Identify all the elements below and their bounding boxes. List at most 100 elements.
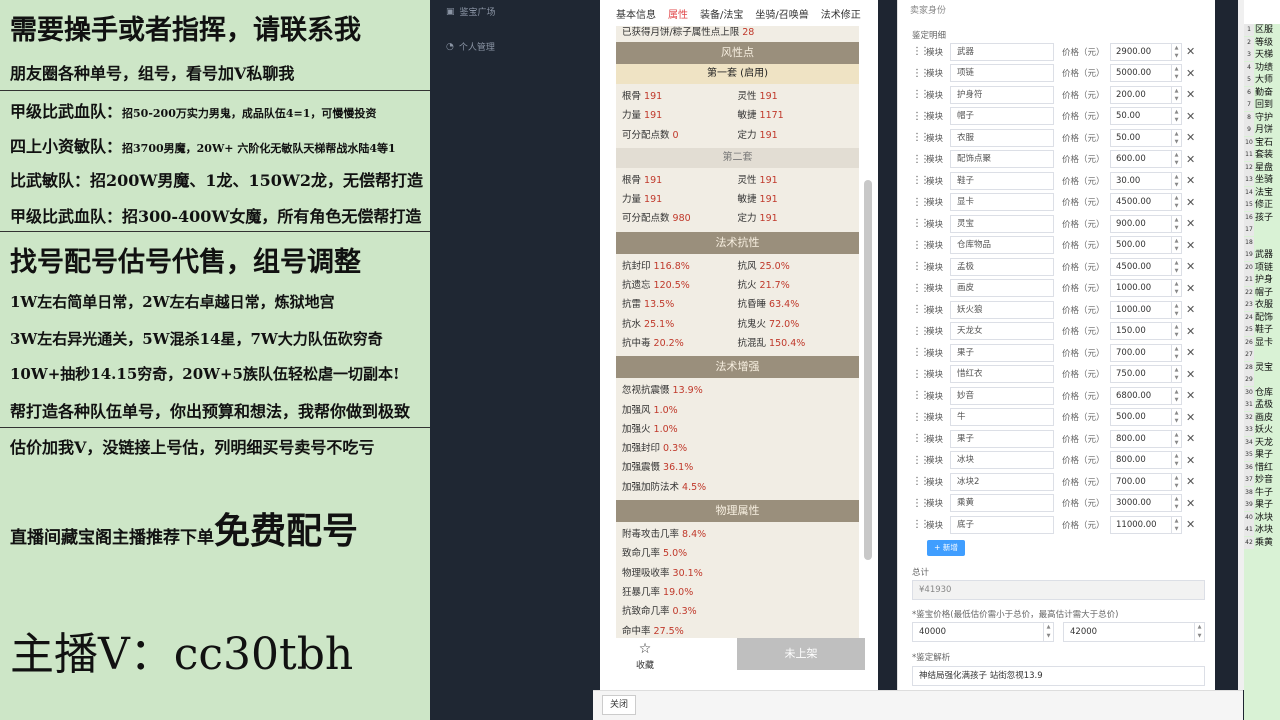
item-price-input[interactable]: 150.00 ▲ ▼ [1110, 322, 1182, 340]
drag-handle-icon[interactable]: ⋮⋮ [912, 218, 930, 229]
item-name-input[interactable]: 冰块 [950, 451, 1054, 469]
sheet-cell[interactable]: 功绩 [1255, 62, 1280, 74]
stepper-icon[interactable]: ▲ ▼ [1171, 387, 1181, 404]
stepper-icon[interactable]: ▲ ▼ [1171, 43, 1181, 60]
list-status-button[interactable]: 未上架 [737, 638, 865, 670]
stepper-icon[interactable]: ▲ ▼ [1171, 323, 1181, 339]
tab-basic-info[interactable]: 基本信息 [616, 6, 656, 21]
stepper-icon[interactable]: ▲ ▼ [1171, 409, 1181, 425]
drag-handle-icon[interactable]: ⋮⋮ [912, 326, 930, 337]
delete-row-icon[interactable]: ✕ [1186, 239, 1195, 252]
item-name-input[interactable]: 妖火狼 [950, 300, 1054, 319]
item-price-input[interactable]: 4500.00 ▲ ▼ [1110, 193, 1182, 211]
drag-handle-icon[interactable]: ⋮⋮ [912, 154, 930, 165]
sheet-cell[interactable] [1255, 224, 1280, 236]
item-price-input[interactable]: 50.00 ▲ ▼ [1110, 107, 1182, 125]
delete-row-icon[interactable]: ✕ [1186, 45, 1195, 58]
drag-handle-icon[interactable]: ⋮⋮ [912, 390, 930, 401]
stepper-icon[interactable]: ▲ ▼ [1171, 194, 1181, 210]
tab-attributes[interactable]: 属性 [668, 6, 688, 21]
item-name-input[interactable]: 护身符 [950, 85, 1054, 104]
stepper-icon[interactable]: ▲ ▼ [1171, 65, 1181, 81]
close-button[interactable]: 关闭 [602, 695, 636, 715]
delete-row-icon[interactable]: ✕ [1186, 454, 1195, 467]
sheet-cell[interactable]: 衣服 [1255, 299, 1280, 311]
stepper-icon[interactable]: ▲ ▼ [1171, 108, 1181, 124]
min-price-input[interactable]: 40000 ▲ ▼ [912, 622, 1054, 642]
item-price-input[interactable]: 6800.00 ▲ ▼ [1110, 386, 1182, 405]
item-price-input[interactable]: 800.00 ▲ ▼ [1110, 429, 1182, 448]
delete-row-icon[interactable]: ✕ [1186, 475, 1195, 488]
tab-spell-mods[interactable]: 法术修正 [821, 6, 861, 21]
item-price-input[interactable]: 600.00 ▲ ▼ [1110, 150, 1182, 168]
item-price-input[interactable]: 2900.00 ▲ ▼ [1110, 42, 1182, 61]
drag-handle-icon[interactable]: ⋮⋮ [912, 304, 930, 315]
stepper-icon[interactable]: ▲ ▼ [1171, 129, 1181, 146]
drag-handle-icon[interactable]: ⋮⋮ [912, 132, 930, 143]
item-name-input[interactable]: 显卡 [950, 193, 1054, 211]
drag-handle-icon[interactable]: ⋮⋮ [912, 197, 930, 208]
stepper-icon[interactable]: ▲ ▼ [1171, 172, 1181, 189]
stepper-icon[interactable]: ▲ ▼ [1171, 366, 1181, 382]
delete-row-icon[interactable]: ✕ [1186, 411, 1195, 424]
item-name-input[interactable]: 仓库物品 [950, 236, 1054, 254]
item-price-input[interactable]: 500.00 ▲ ▼ [1110, 236, 1182, 254]
drag-handle-icon[interactable]: ⋮⋮ [912, 175, 930, 186]
item-price-input[interactable]: 800.00 ▲ ▼ [1110, 451, 1182, 469]
favorite-button[interactable]: ☆ 收藏 [630, 640, 660, 671]
sheet-cell[interactable]: 孟极 [1255, 399, 1280, 411]
sheet-cell[interactable]: 配饰 [1255, 312, 1280, 324]
drag-handle-icon[interactable]: ⋮⋮ [912, 261, 930, 272]
tab-mounts[interactable]: 坐骑/召唤兽 [755, 6, 808, 21]
item-name-input[interactable]: 冰块2 [950, 472, 1054, 491]
item-price-input[interactable]: 1000.00 ▲ ▼ [1110, 300, 1182, 319]
stepper-icon[interactable]: ▲ ▼ [1171, 344, 1181, 361]
sheet-cell[interactable]: 法宝 [1255, 187, 1280, 199]
drag-handle-icon[interactable]: ⋮⋮ [912, 369, 930, 380]
item-name-input[interactable]: 项链 [950, 64, 1054, 82]
delete-row-icon[interactable]: ✕ [1186, 303, 1195, 316]
sheet-cell[interactable]: 项链 [1255, 262, 1280, 274]
sheet-cell[interactable]: 天梯 [1255, 49, 1280, 61]
sheet-cell[interactable]: 显卡 [1255, 337, 1280, 349]
sheet-cell[interactable]: 画皮 [1255, 412, 1280, 424]
item-name-input[interactable]: 果子 [950, 343, 1054, 362]
item-name-input[interactable]: 天龙女 [950, 322, 1054, 340]
delete-row-icon[interactable]: ✕ [1186, 325, 1195, 338]
delete-row-icon[interactable]: ✕ [1186, 389, 1195, 402]
stepper-icon[interactable]: ▲ ▼ [1171, 215, 1181, 232]
sheet-cell[interactable] [1255, 349, 1280, 361]
drag-handle-icon[interactable]: ⋮⋮ [912, 412, 930, 423]
stepper-icon[interactable]: ▲ ▼ [1171, 280, 1181, 296]
sidebar-item-market[interactable]: ▣ 鉴宝广场 [446, 5, 496, 19]
item-name-input[interactable]: 画皮 [950, 279, 1054, 297]
sheet-cell[interactable]: 冰块 [1255, 512, 1280, 524]
stepper-icon[interactable]: ▲ ▼ [1171, 86, 1181, 103]
delete-row-icon[interactable]: ✕ [1186, 346, 1195, 359]
spreadsheet-column[interactable]: 1 区服 2 等级 3 天梯 4 功绩 5 大师 6 勤奋 7 回到 8 守护 9 月饼 10 宝石 11 套装 12 星盘 1… [1244, 24, 1280, 720]
sheet-cell[interactable]: 等级 [1255, 37, 1280, 49]
item-name-input[interactable]: 果子 [950, 429, 1054, 448]
drag-handle-icon[interactable]: ⋮⋮ [912, 476, 930, 487]
sheet-cell[interactable]: 冰块 [1255, 524, 1280, 536]
sheet-cell[interactable]: 守护 [1255, 112, 1280, 124]
drag-handle-icon[interactable]: ⋮⋮ [912, 347, 930, 358]
item-name-input[interactable]: 妙音 [950, 386, 1054, 405]
delete-row-icon[interactable]: ✕ [1186, 432, 1195, 445]
sheet-cell[interactable]: 天龙 [1255, 437, 1280, 449]
item-price-input[interactable]: 900.00 ▲ ▼ [1110, 214, 1182, 233]
drag-handle-icon[interactable]: ⋮⋮ [912, 283, 930, 294]
item-price-input[interactable]: 1000.00 ▲ ▼ [1110, 279, 1182, 297]
stepper-icon[interactable]: ▲ ▼ [1171, 151, 1181, 167]
sidebar-item-personal[interactable]: ◔ 个人管理 [446, 40, 495, 54]
sheet-cell[interactable]: 孩子 [1255, 212, 1280, 224]
delete-row-icon[interactable]: ✕ [1186, 518, 1195, 531]
sheet-cell[interactable]: 妖火 [1255, 424, 1280, 436]
sheet-cell[interactable]: 牛子 [1255, 487, 1280, 499]
sheet-cell[interactable]: 宝石 [1255, 137, 1280, 149]
stepper-icon[interactable]: ▲ ▼ [1171, 301, 1181, 318]
sheet-cell[interactable]: 灵宝 [1255, 362, 1280, 374]
stepper-icon[interactable]: ▲ ▼ [1043, 623, 1053, 641]
drag-handle-icon[interactable]: ⋮⋮ [912, 240, 930, 251]
item-name-input[interactable]: 武器 [950, 42, 1054, 61]
